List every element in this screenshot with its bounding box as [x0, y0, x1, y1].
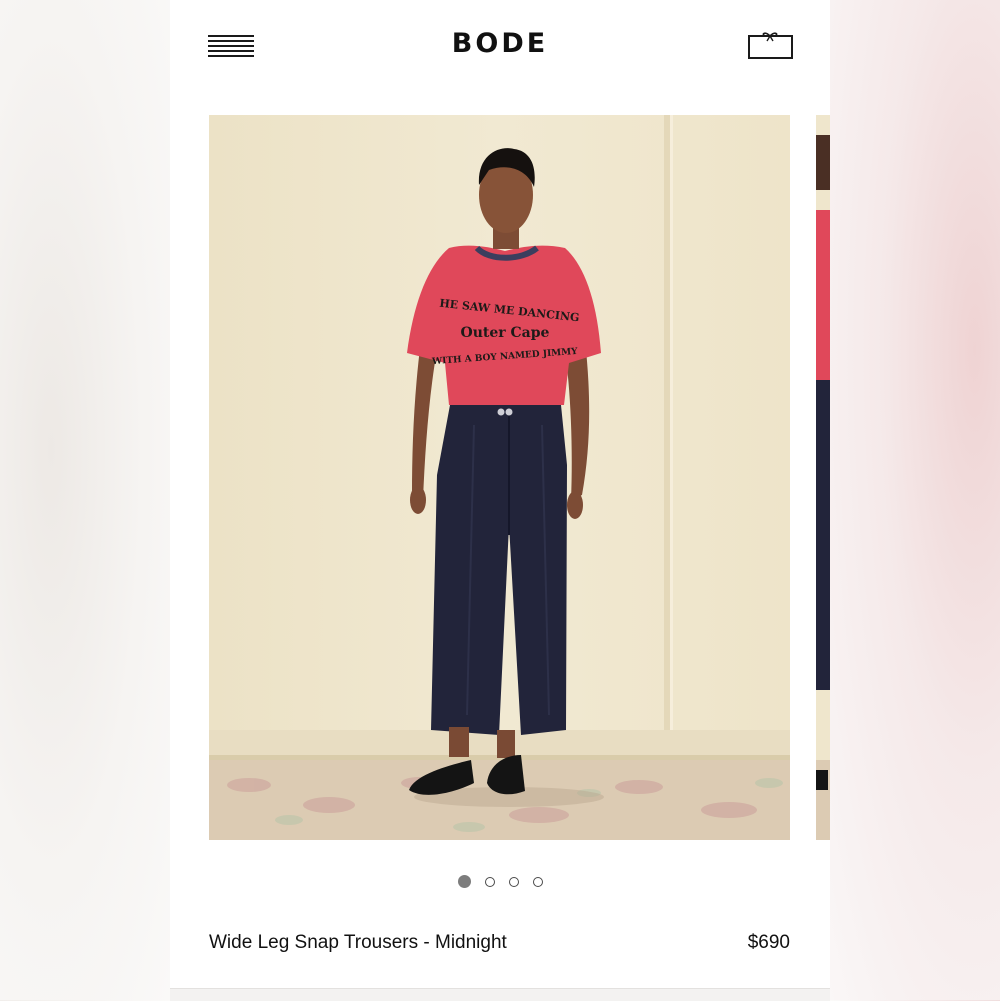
carousel-dot-3[interactable] [508, 876, 519, 887]
cart-button[interactable] [748, 30, 794, 60]
product-image-slide[interactable]: HE SAW ME DANCING Outer Cape WITH A BOY … [209, 115, 790, 840]
brand-logo[interactable]: BODE [170, 28, 830, 59]
gift-box-bag-icon [748, 32, 793, 59]
mobile-page: BODE HE SAW ME DANCING Outer Cape WITH A… [170, 0, 830, 988]
carousel-dot-1[interactable] [457, 875, 471, 888]
svg-text:Outer Cape: Outer Cape [461, 325, 550, 341]
background-blur-left [0, 0, 170, 1000]
background-blur-right [830, 0, 1000, 1000]
product-title[interactable]: Wide Leg Snap Trousers - Midnight [209, 932, 507, 954]
product-price: $690 [747, 932, 790, 953]
carousel-pagination [170, 875, 830, 888]
next-slide-peek[interactable] [816, 115, 830, 840]
bottom-edge [170, 988, 830, 1001]
product-photo: HE SAW ME DANCING Outer Cape WITH A BOY … [209, 115, 790, 840]
carousel-dot-4[interactable] [532, 876, 543, 887]
next-product-photo [816, 115, 830, 840]
carousel-dot-2[interactable] [484, 876, 495, 887]
